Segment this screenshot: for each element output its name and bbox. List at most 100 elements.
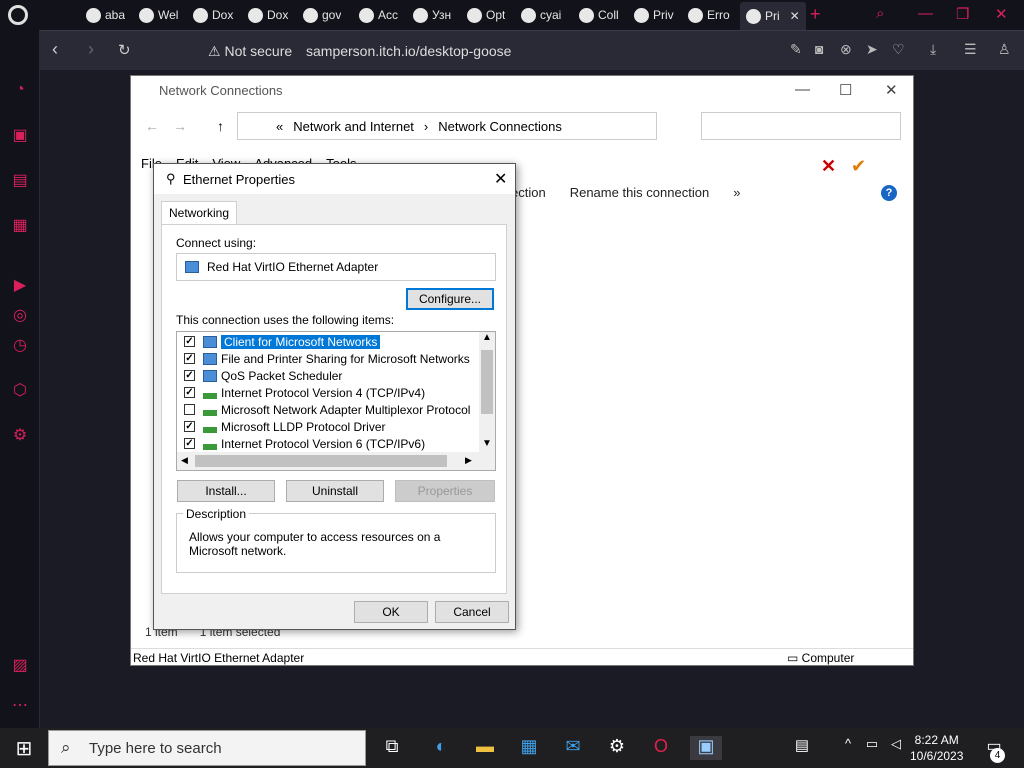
profile-icon[interactable]: ♙	[998, 41, 1011, 58]
explorer-address-bar[interactable]: « Network and Internet › Network Connect…	[237, 112, 657, 140]
opera-menu-icon[interactable]	[8, 5, 28, 25]
tray-chevron-icon[interactable]: ^	[836, 736, 860, 760]
install-button[interactable]: Install...	[177, 480, 275, 502]
dialog-close-icon[interactable]: ✕	[494, 169, 507, 189]
not-secure-indicator[interactable]: ⚠ Not secure	[208, 43, 292, 60]
tab-networking[interactable]: Networking	[161, 201, 238, 225]
up-icon[interactable]: ↑	[217, 118, 224, 134]
forward-icon[interactable]: →	[173, 118, 187, 134]
list-item[interactable]: Microsoft Network Adapter Multiplexor Pr…	[177, 401, 477, 418]
browser-tab[interactable]: Узн	[413, 4, 451, 26]
taskbar-search-input[interactable]: ⌕ Type here to search	[48, 730, 366, 766]
new-tab-button[interactable]: +	[810, 4, 821, 25]
maximize-icon[interactable]: ☐	[839, 81, 852, 99]
breadcrumb-network-connections[interactable]: Network Connections	[438, 119, 562, 134]
heart-icon[interactable]: ♡	[892, 41, 905, 58]
edge-icon[interactable]: ◐	[429, 736, 453, 760]
checkmark-icon[interactable]: ✔	[851, 156, 866, 177]
browser-tab[interactable]: Wel	[139, 4, 178, 26]
send-icon[interactable]: ➤	[866, 41, 878, 58]
workspaces-icon[interactable]: ▣	[10, 126, 30, 146]
restore-icon[interactable]: ❐	[956, 5, 969, 23]
list-item[interactable]: ✓ File and Printer Sharing for Microsoft …	[177, 350, 477, 367]
back-button[interactable]: ‹	[52, 39, 58, 60]
list-horizontal-scrollbar[interactable]: ◀ ▶	[177, 452, 495, 470]
browser-tab[interactable]: Pri ✕	[740, 2, 806, 30]
page-scrollbar[interactable]	[1010, 70, 1024, 730]
command-connection[interactable]: ection	[511, 185, 546, 200]
reload-button[interactable]: ↻	[118, 41, 131, 59]
checkbox-checked[interactable]: ✓	[184, 336, 195, 347]
url-field[interactable]: samperson.itch.io/desktop-goose	[306, 43, 511, 59]
more-icon[interactable]: ⋯	[10, 696, 30, 716]
list-item[interactable]: ✓ Microsoft LLDP Protocol Driver	[177, 418, 477, 435]
list-item[interactable]: ✓ Client for Microsoft Networks	[177, 333, 477, 350]
browser-tab[interactable]: Opt	[467, 4, 505, 26]
camera-icon[interactable]: ◙	[815, 41, 823, 57]
browser-tab[interactable]: Coll	[579, 4, 619, 26]
network-connections-taskbar-icon[interactable]: ▣	[690, 736, 722, 760]
player-icon[interactable]: ▦	[10, 216, 30, 236]
checkbox-checked[interactable]: ✓	[184, 353, 195, 364]
extensions-icon[interactable]: ⬡	[10, 381, 30, 401]
checkbox-checked[interactable]: ✓	[184, 387, 195, 398]
checkbox-unchecked[interactable]	[184, 404, 195, 415]
block-icon[interactable]: ⊗	[840, 41, 852, 58]
browser-tab[interactable]: Dox	[248, 4, 288, 26]
minimize-icon[interactable]: —	[795, 81, 810, 98]
scroll-up-icon[interactable]: ▲	[482, 332, 492, 343]
play-icon[interactable]: ▶	[10, 276, 30, 296]
volume-muted-icon[interactable]: ◁	[884, 736, 908, 760]
edit-icon[interactable]: ✎	[790, 41, 802, 58]
messenger-icon[interactable]: ◎	[10, 306, 30, 326]
browser-tab[interactable]: cyai	[521, 4, 561, 26]
cancel-button[interactable]: Cancel	[435, 601, 509, 623]
ok-button[interactable]: OK	[354, 601, 428, 623]
opera-taskbar-icon[interactable]: O	[649, 736, 673, 760]
browser-tab[interactable]: Priv	[634, 4, 674, 26]
history-icon[interactable]: ◷	[10, 336, 30, 356]
scroll-down-icon[interactable]: ▼	[482, 438, 492, 449]
forward-button[interactable]: ›	[88, 39, 94, 60]
explorer-search-input[interactable]	[701, 112, 901, 140]
list-vertical-scrollbar[interactable]: ▲ ▼	[479, 332, 495, 452]
search-tabs-icon[interactable]: ⌕	[876, 5, 884, 22]
taskbar-clock[interactable]: 8:22 AM 10/6/2023	[910, 732, 963, 764]
start-icon[interactable]: ⊞	[12, 736, 36, 760]
twitch-icon[interactable]: ▤	[10, 171, 30, 191]
easy-setup-icon[interactable]: ☰	[964, 41, 977, 58]
scroll-right-icon[interactable]: ▶	[465, 455, 472, 466]
configure-button[interactable]: Configure...	[406, 288, 494, 310]
items-list[interactable]: ✓ Client for Microsoft Networks ✓ File and …	[176, 331, 496, 471]
breadcrumb-overflow[interactable]: «	[276, 119, 283, 134]
browser-tab[interactable]: Dox	[193, 4, 233, 26]
close-tab-icon[interactable]: ✕	[790, 9, 800, 23]
checkbox-checked[interactable]: ✓	[184, 421, 195, 432]
close-icon[interactable]: ✕	[885, 81, 898, 99]
task-view-icon[interactable]: ⧉	[380, 736, 404, 760]
command-rename[interactable]: Rename this connection	[570, 185, 709, 200]
network-tray-icon[interactable]: ▭	[860, 736, 884, 760]
uninstall-button[interactable]: Uninstall	[286, 480, 384, 502]
settings-gear-icon[interactable]: ⚙	[605, 736, 629, 760]
checkbox-checked[interactable]: ✓	[184, 438, 195, 449]
speed-dial-icon[interactable]: ◔	[10, 80, 30, 100]
browser-tab[interactable]: Erro	[688, 4, 730, 26]
checkbox-checked[interactable]: ✓	[184, 370, 195, 381]
mail-icon[interactable]: ✉	[561, 736, 585, 760]
browser-tab[interactable]: gov	[303, 4, 341, 26]
news-icon[interactable]: ▤	[790, 736, 814, 760]
list-item[interactable]: ✓ Internet Protocol Version 6 (TCP/IPv6)	[177, 435, 477, 452]
back-icon[interactable]: ←	[145, 118, 159, 134]
minimize-icon[interactable]: —	[918, 5, 933, 22]
file-explorer-icon[interactable]: ▬	[473, 736, 497, 760]
breadcrumb-network-and-internet[interactable]: Network and Internet	[293, 119, 414, 134]
download-icon[interactable]: ⤓	[930, 41, 936, 58]
browser-tab[interactable]: aba	[86, 4, 125, 26]
command-more[interactable]: »	[733, 185, 740, 200]
list-vertical-thumb[interactable]	[481, 350, 493, 414]
gallery-icon[interactable]: ▨	[10, 656, 30, 676]
settings-icon[interactable]: ⚙	[10, 426, 30, 446]
properties-button[interactable]: Properties	[395, 480, 495, 502]
browser-tab[interactable]: Acc	[359, 4, 398, 26]
